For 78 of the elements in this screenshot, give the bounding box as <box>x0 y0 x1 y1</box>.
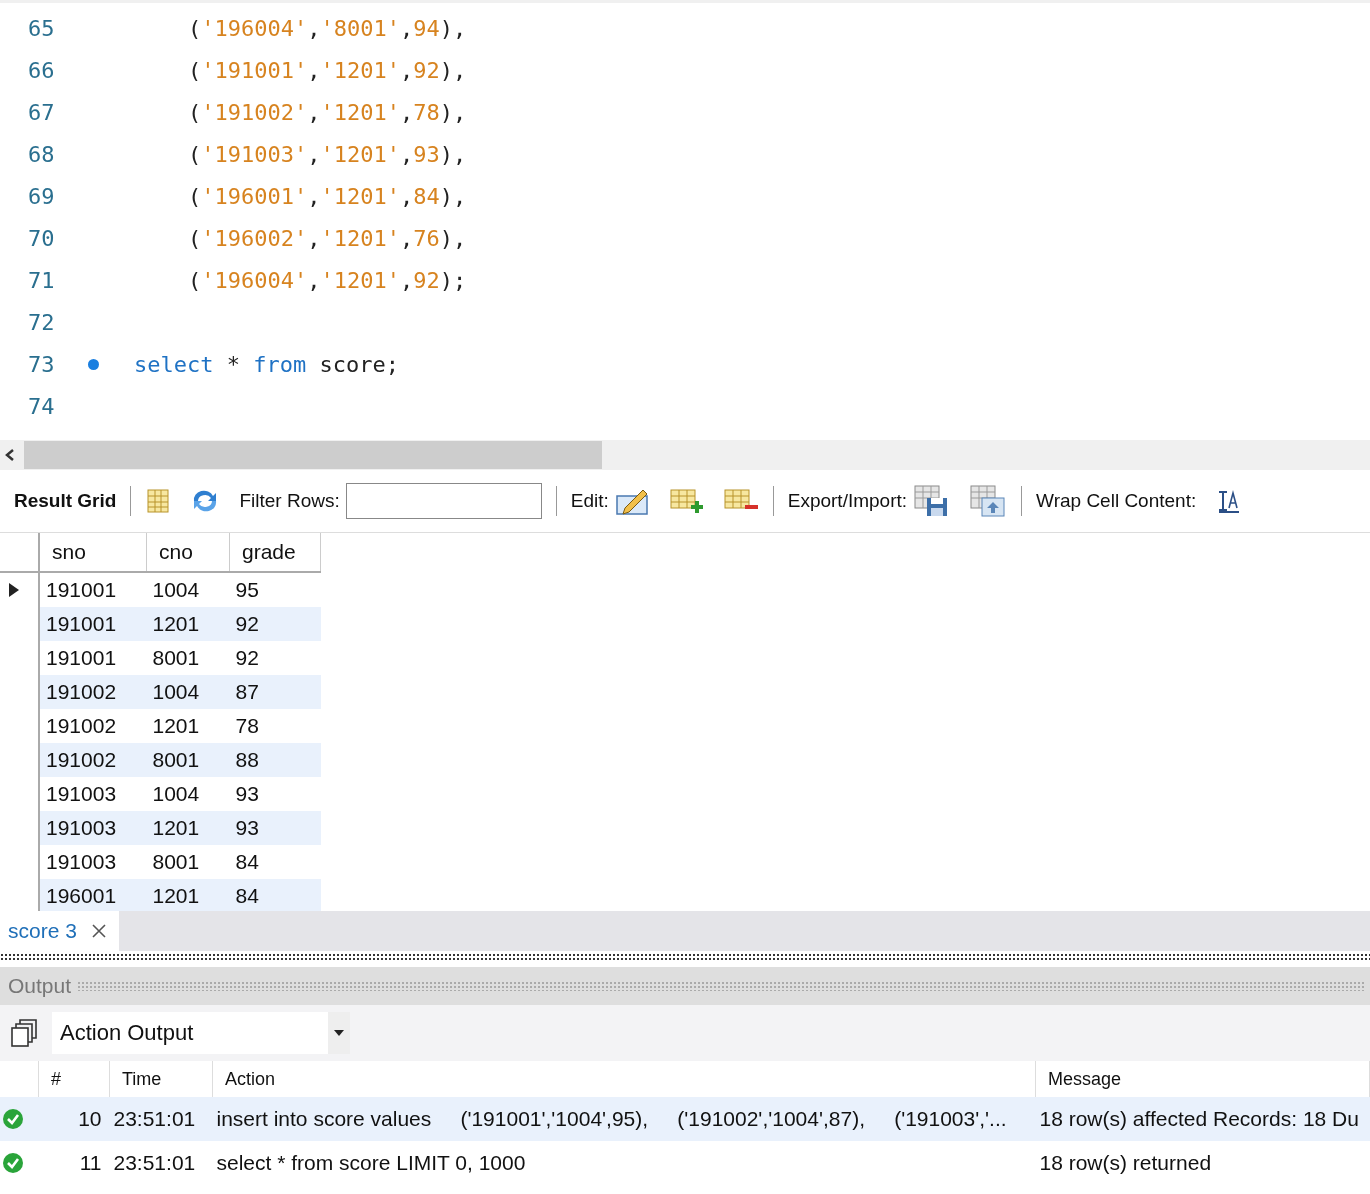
result-grid-label: Result Grid <box>14 490 117 512</box>
code-text: ('191001','1201',92), <box>188 57 467 83</box>
scroll-left-icon[interactable] <box>4 448 16 462</box>
column-header[interactable]: sno <box>39 533 147 572</box>
table-cell: 191001 <box>39 607 147 641</box>
output-type-dropdown[interactable]: Action Output <box>52 1012 350 1054</box>
table-cell: 191002 <box>39 709 147 743</box>
code-text: ('196004','1201',92); <box>188 267 467 293</box>
line-number: 71 <box>27 267 56 293</box>
table-cell: 23:51:01 <box>109 1141 213 1185</box>
table-cell: 1201 <box>146 607 230 641</box>
column-header[interactable]: grade <box>229 533 321 572</box>
close-icon[interactable] <box>90 923 107 939</box>
code-text: ('196004','8001',94), <box>188 15 467 41</box>
copy-icon[interactable] <box>10 1018 38 1048</box>
table-cell: 18 row(s) returned <box>1035 1141 1370 1185</box>
success-check-icon <box>2 1152 24 1174</box>
table-cell: 1201 <box>146 811 230 845</box>
wrap-cell-content-label: Wrap Cell Content: <box>1036 490 1197 512</box>
line-number: 65 <box>27 15 56 41</box>
import-grid-icon[interactable] <box>969 484 1008 518</box>
table-cell: 10 <box>38 1097 110 1141</box>
table-cell: 191001 <box>39 641 147 675</box>
table-cell: 92 <box>229 607 321 641</box>
success-check-icon <box>2 1108 24 1130</box>
table-cell: 8001 <box>146 845 230 879</box>
table-cell: 1201 <box>146 879 230 911</box>
table-cell: 11 <box>38 1141 110 1185</box>
table-cell: 93 <box>229 811 321 845</box>
edit-label: Edit: <box>570 490 609 512</box>
line-number: 74 <box>27 393 56 419</box>
table-cell: 196001 <box>39 879 147 911</box>
table-cell: 191003 <box>39 777 147 811</box>
table-cell: 78 <box>229 709 321 743</box>
table-cell: 84 <box>229 879 321 911</box>
line-number: 68 <box>27 141 56 167</box>
output-title: Output <box>8 974 72 998</box>
table-cell: insert into score values ('191001','1004',95), ('191002','1004',87), ('191003','... <box>212 1097 1036 1141</box>
dropdown-arrow-icon <box>334 1030 344 1036</box>
table-cell: 191003 <box>39 845 147 879</box>
code-text: ('196001','1201',84), <box>188 183 467 209</box>
table-cell: 8001 <box>146 743 230 777</box>
table-cell: 191003 <box>39 811 147 845</box>
line-number: 69 <box>27 183 56 209</box>
line-number: 70 <box>27 225 56 251</box>
code-text: ('191003','1201',93), <box>188 141 467 167</box>
table-cell: 95 <box>229 572 321 607</box>
table-cell: 18 row(s) affected Records: 18 Du <box>1035 1097 1370 1141</box>
column-header[interactable]: cno <box>146 533 230 572</box>
table-cell: 191002 <box>39 743 147 777</box>
code-text: select * from score; <box>134 351 399 377</box>
table-cell: 1201 <box>146 709 230 743</box>
table-cell: 93 <box>229 777 321 811</box>
table-cell: 92 <box>229 641 321 675</box>
filter-rows-label: Filter Rows: <box>239 490 340 512</box>
panel-grip[interactable] <box>77 981 1364 991</box>
scrollbar-thumb[interactable] <box>24 441 602 469</box>
code-text: ('191002','1201',78), <box>188 99 467 125</box>
table-cell: 1004 <box>146 777 230 811</box>
table-cell: 23:51:01 <box>109 1097 213 1141</box>
table-cell: select * from score LIMIT 0, 1000 <box>212 1141 1036 1185</box>
line-number: 72 <box>27 309 56 335</box>
result-tab[interactable]: score 3 <box>0 911 119 951</box>
code-text: ('196002','1201',76), <box>188 225 467 251</box>
table-cell: 1004 <box>146 675 230 709</box>
export-import-label: Export/Import: <box>787 490 908 512</box>
table-cell: 88 <box>229 743 321 777</box>
line-number: 67 <box>27 99 56 125</box>
table-cell: 1004 <box>146 572 230 607</box>
table-cell: 191001 <box>39 572 147 607</box>
line-number: 73 <box>27 351 56 377</box>
table-cell: 87 <box>229 675 321 709</box>
add-row-icon[interactable] <box>668 487 705 515</box>
table-cell: 8001 <box>146 641 230 675</box>
line-number: 66 <box>27 57 56 83</box>
table-cell: 191002 <box>39 675 147 709</box>
filter-rows-field[interactable] <box>345 483 542 519</box>
table-cell: 84 <box>229 845 321 879</box>
